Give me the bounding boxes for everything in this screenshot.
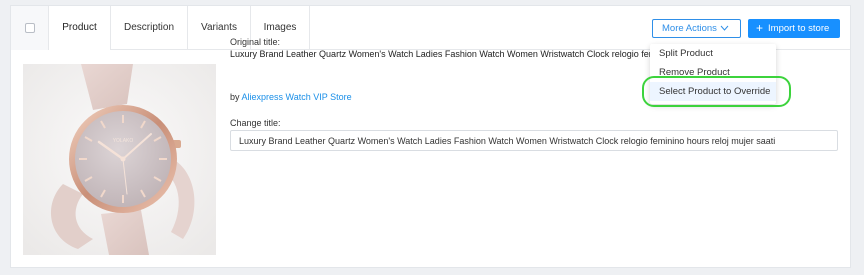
plus-icon: +	[756, 21, 764, 35]
store-link[interactable]: Aliexpress Watch VIP Store	[242, 92, 352, 102]
original-title-label: Original title:	[230, 37, 281, 47]
tab-description[interactable]: Description	[111, 6, 188, 50]
more-actions-button[interactable]: More Actions	[652, 19, 741, 38]
highlight-annotation	[642, 76, 791, 107]
store-byline: by Aliexpress Watch VIP Store	[230, 92, 352, 102]
chevron-down-icon	[720, 20, 729, 43]
select-cell	[11, 6, 49, 50]
import-to-store-button[interactable]: + Import to store	[748, 19, 840, 38]
by-prefix: by	[230, 92, 240, 102]
watch-brand-mark: YOLAKO	[113, 138, 134, 144]
select-checkbox[interactable]	[25, 23, 35, 33]
menu-item-split-product[interactable]: Split Product	[650, 44, 776, 63]
change-title-label: Change title:	[230, 118, 281, 128]
product-image: YOLAKO	[23, 64, 216, 255]
import-label: Import to store	[768, 23, 830, 34]
tab-product[interactable]: Product	[49, 6, 111, 50]
original-title-text: Luxury Brand Leather Quartz Women's Watc…	[230, 49, 652, 59]
change-title-input[interactable]	[230, 130, 838, 151]
more-actions-label: More Actions	[662, 23, 717, 34]
